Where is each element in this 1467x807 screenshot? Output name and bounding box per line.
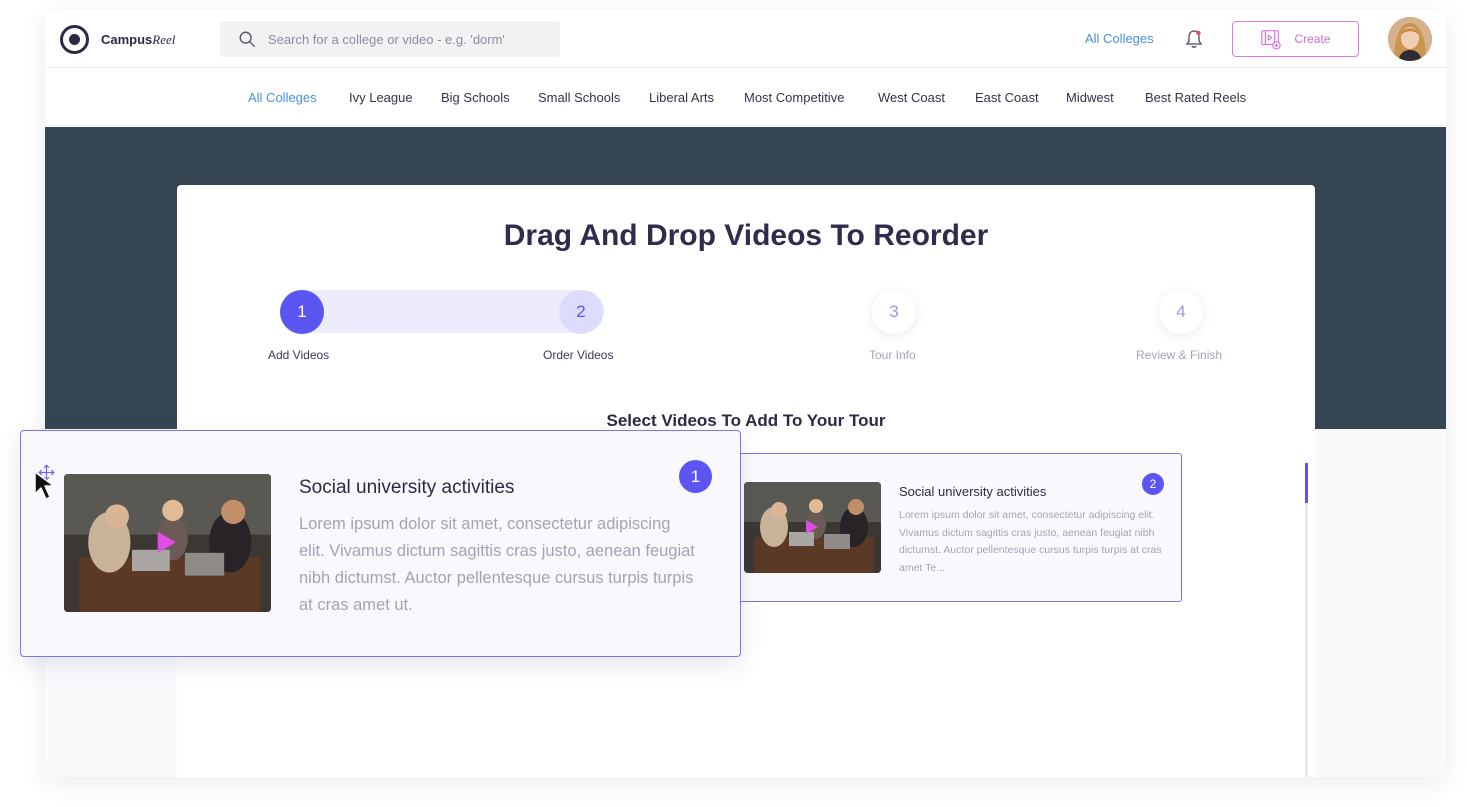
app-frame: CampusReel All Colleges Create [45, 10, 1446, 777]
nav-item-east-coast[interactable]: East Coast [975, 90, 1039, 105]
nav-item-most-competitive[interactable]: Most Competitive [744, 90, 844, 105]
step-1-label: Add Videos [268, 348, 330, 362]
video-thumbnail[interactable] [744, 482, 881, 573]
mouse-cursor-icon [34, 471, 55, 500]
video-description: Lorem ipsum dolor sit amet, consectetur … [299, 515, 695, 614]
top-header: CampusReel All Colleges Create [45, 10, 1446, 68]
search-input[interactable] [268, 31, 548, 47]
video-thumbnail[interactable] [64, 474, 271, 612]
video-title: Social university activities [299, 477, 515, 498]
create-button-label: Create [1294, 32, 1331, 46]
nav-item-west-coast[interactable]: West Coast [878, 90, 945, 105]
video-description: Lorem ipsum dolor sit amet, consectetur … [899, 509, 1162, 574]
nav-item-liberal-arts[interactable]: Liberal Arts [649, 90, 714, 105]
thumbnail-image [64, 474, 271, 612]
create-button[interactable]: Create [1232, 21, 1359, 57]
step-3-circle[interactable]: 3 [872, 290, 916, 334]
step-3-label: Tour Info [869, 348, 916, 362]
search-bar[interactable] [220, 21, 560, 57]
scrollbar-track[interactable] [1305, 463, 1308, 777]
all-colleges-link[interactable]: All Colleges [1085, 31, 1154, 46]
dragged-video-card[interactable]: Social university activities Lorem ipsum… [20, 430, 741, 657]
category-nav: All Colleges Ivy League Big Schools Smal… [45, 68, 1446, 126]
section-title: Select Videos To Add To Your Tour [606, 411, 886, 430]
avatar-image [1388, 17, 1432, 61]
logo[interactable]: CampusReel [60, 25, 175, 54]
stepper-progress [280, 290, 604, 333]
logo-text: CampusReel [101, 31, 176, 47]
order-badge: 1 [679, 460, 712, 493]
page-title: Drag And Drop Videos To Reorder [503, 219, 989, 252]
notification-bell-icon[interactable] [1185, 29, 1203, 49]
logo-icon [60, 25, 89, 54]
user-avatar[interactable] [1388, 17, 1432, 61]
step-2-label: Order Videos [543, 348, 614, 362]
order-badge: 2 [1142, 473, 1164, 495]
nav-item-best-rated-reels[interactable]: Best Rated Reels [1145, 90, 1246, 105]
step-4-label: Review & Finish [1136, 348, 1223, 362]
step-4-circle[interactable]: 4 [1159, 290, 1203, 334]
video-title: Social university activities [899, 484, 1047, 499]
nav-item-small-schools[interactable]: Small Schools [538, 90, 620, 105]
search-icon [239, 31, 255, 47]
nav-item-all-colleges[interactable]: All Colleges [248, 90, 317, 105]
nav-item-ivy-league[interactable]: Ivy League [349, 90, 413, 105]
step-1-circle[interactable]: 1 [280, 290, 324, 334]
video-add-icon [1261, 30, 1282, 50]
thumbnail-image [744, 482, 881, 573]
video-card[interactable]: Social university activities Lorem ipsum… [708, 453, 1182, 602]
scrollbar-thumb[interactable] [1305, 463, 1308, 503]
nav-item-midwest[interactable]: Midwest [1066, 90, 1114, 105]
nav-item-big-schools[interactable]: Big Schools [441, 90, 510, 105]
step-2-circle[interactable]: 2 [559, 290, 603, 334]
